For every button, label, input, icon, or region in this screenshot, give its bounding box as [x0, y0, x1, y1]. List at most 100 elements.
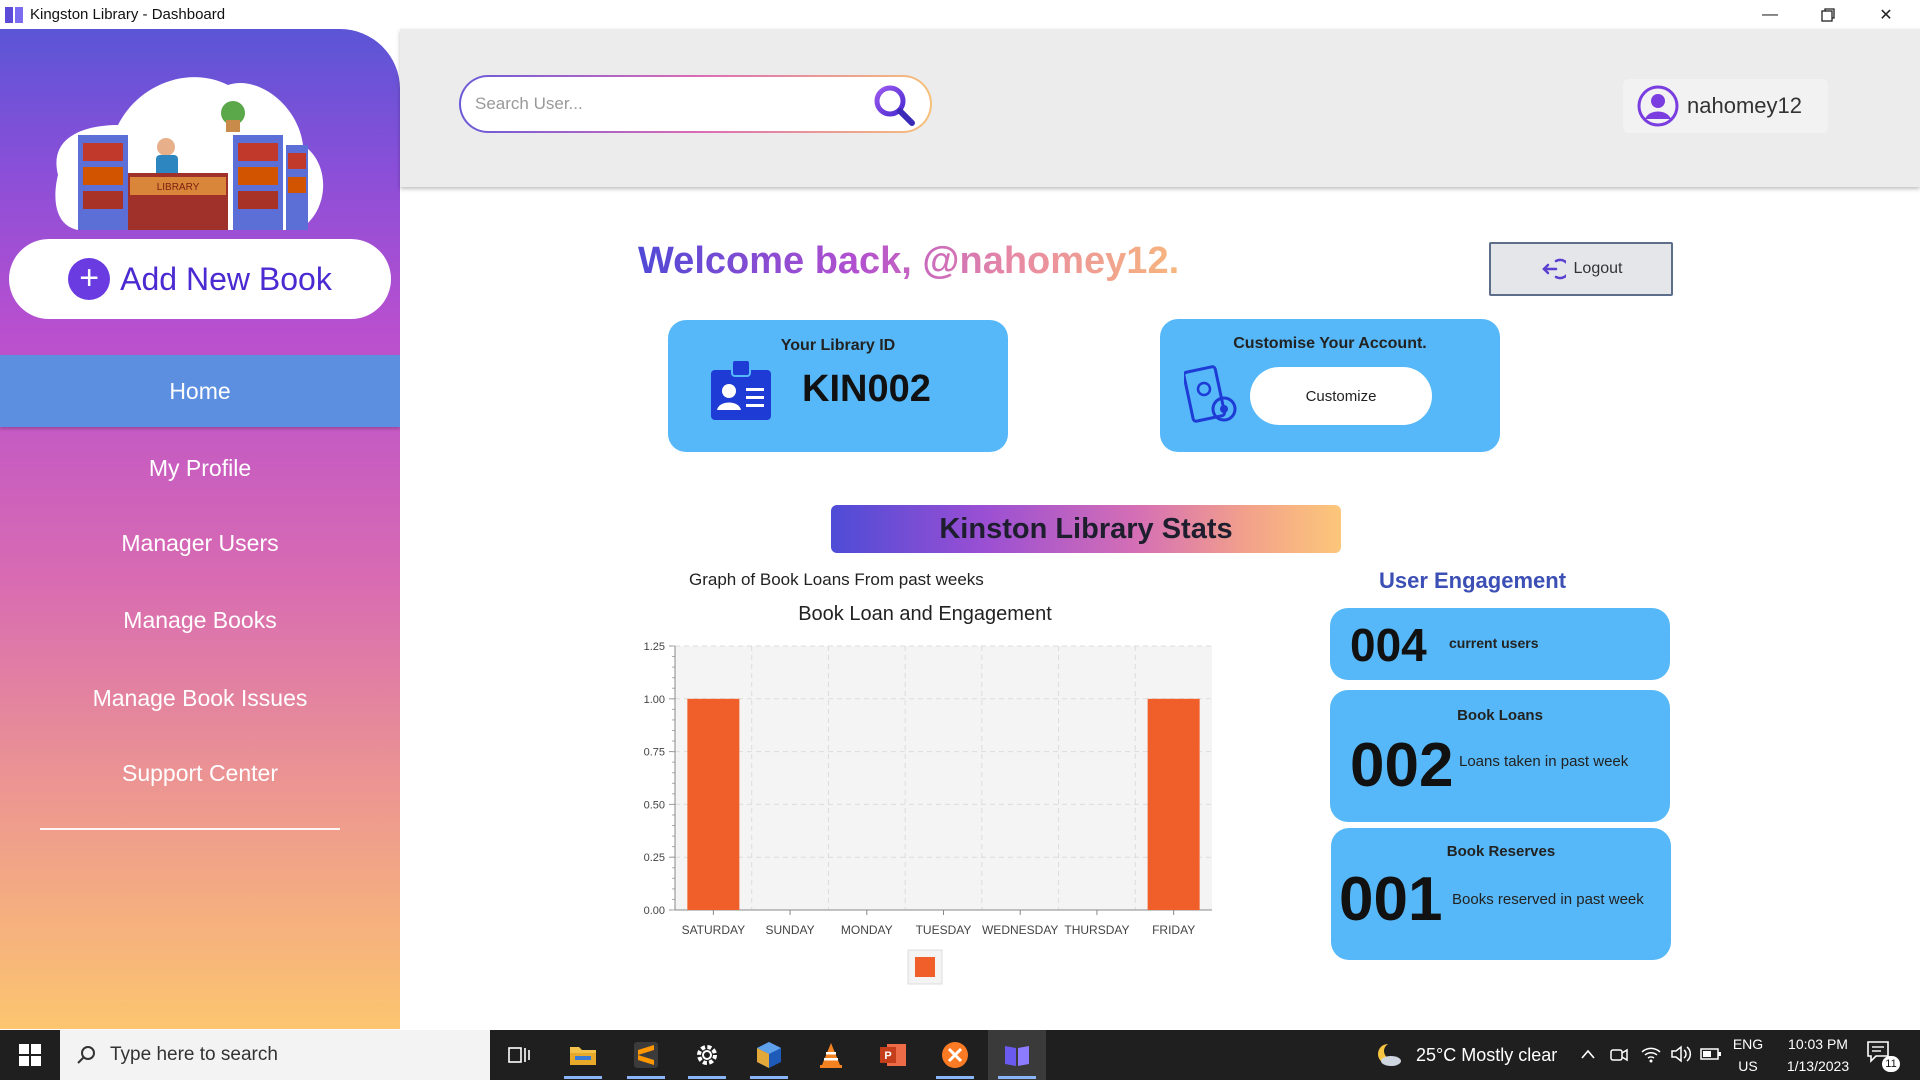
windows-logo-icon: [19, 1044, 41, 1066]
library-id-heading: Your Library ID: [780, 337, 896, 354]
current-users-value: 004: [1350, 619, 1427, 671]
search-user-input[interactable]: [475, 89, 855, 119]
restore-icon[interactable]: [1799, 0, 1857, 29]
volume-icon[interactable]: [1670, 1044, 1692, 1064]
taskbar-search-placeholder: Type here to search: [110, 1044, 278, 1065]
bar-saturday: [687, 698, 740, 910]
book-reserves-value: 001: [1339, 865, 1443, 934]
y-tick-label: 0.25: [644, 852, 665, 864]
library-id-card: Your Library ID KIN002: [668, 320, 1008, 452]
y-tick-label: 0.75: [644, 747, 665, 759]
current-users-label: current users: [1449, 635, 1539, 651]
legend-swatch: [915, 957, 935, 977]
library-logo: LIBRARY: [55, 77, 324, 230]
sidebar-item-home[interactable]: Home: [0, 355, 400, 427]
book-reserves-card: Book Reserves 001 Books reserved in past…: [1331, 828, 1671, 960]
sidebar-item-label: Support Center: [122, 759, 278, 786]
language-text: ENG: [1732, 1036, 1764, 1052]
customize-button[interactable]: Customize: [1250, 367, 1432, 425]
username: nahomey12: [1687, 93, 1802, 118]
x-tick-label: FRIDAY: [1152, 923, 1195, 937]
sidebar-item-label: Manager Users: [121, 529, 279, 556]
settings-gear-icon[interactable]: [678, 1030, 736, 1080]
top-header: nahomey12: [400, 29, 1920, 187]
sidebar-item-manage-books[interactable]: Manage Books: [0, 584, 400, 656]
y-tick-label: 0.00: [644, 905, 665, 917]
add-new-book-button[interactable]: + Add New Book: [9, 239, 391, 319]
id-card-icon: [711, 359, 771, 420]
book-loan-chart: 0.00 0.25 0.50 0.75 1.00 1.25 SATURDAY SUNDAY MO…: [644, 641, 1212, 985]
xampp-icon[interactable]: [926, 1030, 984, 1080]
bar-friday: [1147, 698, 1200, 910]
plus-icon: +: [68, 258, 111, 300]
sidebar-divider: [40, 828, 340, 830]
task-view-icon[interactable]: [490, 1030, 548, 1080]
windows-start-button[interactable]: [0, 1030, 60, 1080]
weather-text[interactable]: 25°C Mostly clear: [1416, 1045, 1557, 1066]
y-tick-label: 0.50: [644, 799, 665, 811]
search-box: [459, 75, 932, 133]
notification-center-icon[interactable]: 11: [1866, 1040, 1902, 1072]
book-loans-label: Loans taken in past week: [1459, 753, 1629, 770]
x-tick-label: MONDAY: [841, 923, 893, 937]
powerpoint-icon[interactable]: P: [864, 1030, 922, 1080]
close-icon[interactable]: ✕: [1857, 0, 1915, 29]
x-tick-label: SATURDAY: [682, 923, 746, 937]
file-explorer-icon[interactable]: [554, 1030, 612, 1080]
battery-icon[interactable]: [1700, 1047, 1722, 1061]
x-tick-label: THURSDAY: [1064, 923, 1129, 937]
book-reserves-label: Books reserved in past week: [1452, 891, 1644, 908]
book-icon: [5, 6, 23, 23]
book-loans-value: 002: [1350, 731, 1454, 800]
meet-now-icon[interactable]: [1610, 1045, 1628, 1065]
user-engagement-title: User Engagement: [1378, 568, 1567, 593]
logout-button[interactable]: Logout: [1489, 242, 1673, 296]
graph-caption: Graph of Book Loans From past weeks: [689, 570, 984, 589]
title-bar: Kingston Library - Dashboard — ✕: [0, 0, 1920, 29]
taskbar-search-box[interactable]: Type here to search: [60, 1030, 490, 1080]
vlc-icon[interactable]: [802, 1030, 860, 1080]
sidebar-item-manage-book-issues[interactable]: Manage Book Issues: [0, 662, 400, 734]
sidebar-item-support-center[interactable]: Support Center: [0, 737, 400, 809]
window-title: Kingston Library - Dashboard: [30, 6, 226, 23]
kingston-library-app-icon[interactable]: [988, 1030, 1046, 1080]
region-text: US: [1738, 1058, 1758, 1074]
x-tick-label: WEDNESDAY: [982, 923, 1058, 937]
logo-sign: LIBRARY: [157, 182, 200, 193]
account-settings-icon: [1184, 365, 1237, 423]
virtualbox-icon[interactable]: [740, 1030, 798, 1080]
search-icon: [77, 1046, 95, 1064]
y-tick-label: 1.00: [644, 694, 665, 706]
add-new-book-label: Add New Book: [120, 260, 332, 297]
minimize-icon[interactable]: —: [1741, 0, 1799, 29]
language-indicator[interactable]: ENG US: [1728, 1036, 1768, 1074]
time-text: 10:03 PM: [1788, 1036, 1848, 1052]
weather-moon-icon: [1378, 1043, 1401, 1066]
sidebar-item-label: Home: [169, 377, 231, 404]
customize-account-card: Customise Your Account. Customize: [1160, 319, 1500, 452]
stats-banner: Kinston Library Stats: [831, 505, 1341, 553]
search-icon[interactable]: [872, 83, 916, 127]
chevron-up-icon[interactable]: [1580, 1048, 1596, 1060]
svg-text:P: P: [884, 1050, 891, 1062]
avatar-icon: [1637, 85, 1679, 127]
library-id-value: KIN002: [802, 368, 931, 410]
sidebar-item-label: My Profile: [148, 454, 252, 481]
wifi-icon[interactable]: [1640, 1044, 1662, 1064]
book-loans-card: Book Loans 002 Loans taken in past week: [1330, 690, 1670, 822]
sidebar-item-my-profile[interactable]: My Profile: [0, 432, 400, 504]
welcome-heading: Welcome back, @nahomey12.: [638, 240, 1180, 282]
clock[interactable]: 10:03 PM 1/13/2023: [1768, 1036, 1868, 1074]
x-tick-label: SUNDAY: [766, 923, 815, 937]
y-tick-label: 1.25: [644, 641, 665, 653]
date-text: 1/13/2023: [1786, 1058, 1850, 1074]
logout-icon: [1541, 258, 1566, 280]
logout-label: Logout: [1573, 260, 1623, 277]
plot-area: [675, 646, 1212, 910]
sublime-text-icon[interactable]: [617, 1030, 675, 1080]
user-profile-chip[interactable]: nahomey12: [1623, 79, 1828, 133]
sidebar-item-manager-users[interactable]: Manager Users: [0, 507, 400, 579]
sidebar-item-label: Manage Books: [123, 606, 277, 633]
current-users-card: 004 current users: [1330, 608, 1670, 680]
notification-badge: 11: [1882, 1056, 1900, 1072]
